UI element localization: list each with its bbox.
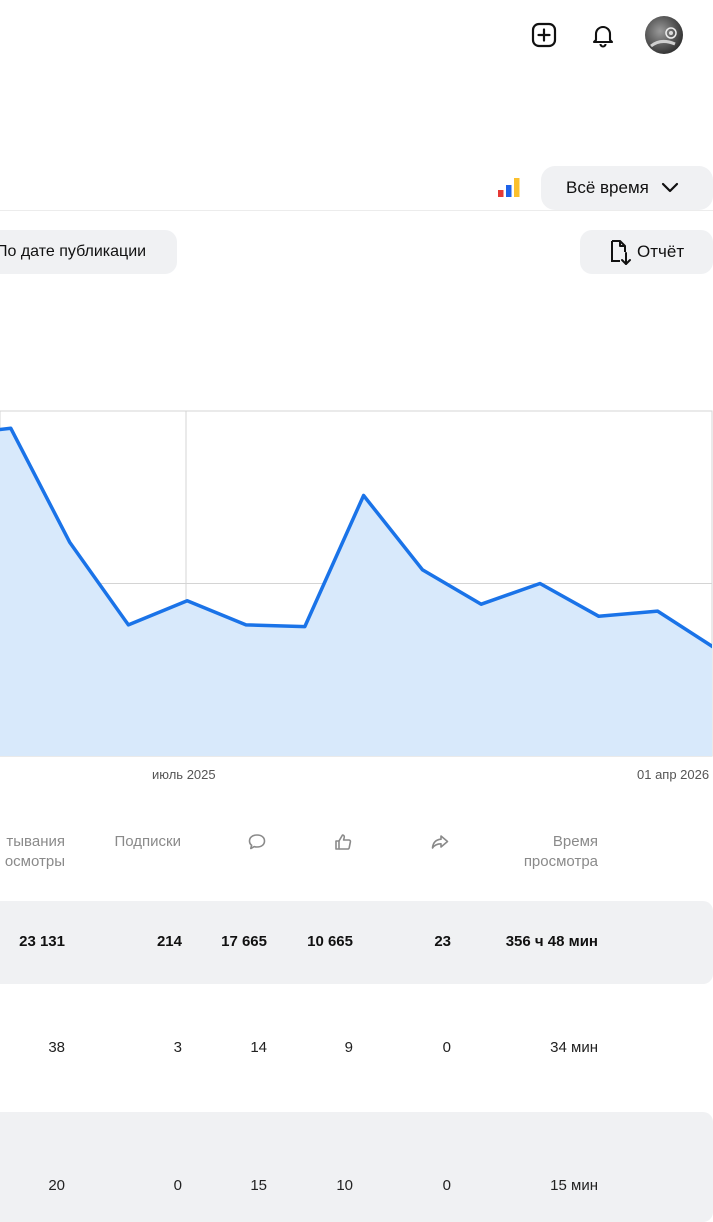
share-icon[interactable]: [430, 832, 450, 852]
section-divider: [0, 210, 713, 211]
col-header-views-line1: тывания: [6, 833, 65, 850]
cell-subs: 0: [173, 1177, 182, 1194]
cell-subs: 214: [156, 933, 182, 950]
avatar[interactable]: [645, 16, 683, 54]
avatar-image-icon: [650, 27, 677, 48]
cell-comments: 15: [250, 1177, 267, 1194]
period-label: Всё время: [566, 178, 649, 197]
report-label: Отчёт: [637, 242, 685, 261]
thumbs-up-icon[interactable]: [333, 832, 353, 852]
col-header-watch-time[interactable]: Время просмотра: [524, 832, 598, 872]
bell-icon: [592, 25, 614, 48]
cell-comments: 17 665: [221, 933, 267, 950]
notifications-button[interactable]: [585, 17, 621, 53]
chevron-down-icon: [661, 182, 678, 193]
cell-subs: 3: [173, 1039, 182, 1056]
cell-watch-time: 356 ч 48 мин: [505, 933, 598, 950]
cell-views: 38: [48, 1039, 65, 1056]
period-dropdown[interactable]: Всё время: [541, 166, 713, 210]
cell-likes: 10 665: [307, 933, 353, 950]
cell-comments: 14: [250, 1039, 267, 1056]
report-button[interactable]: Отчёт: [580, 230, 713, 274]
sort-label: По дате публикации: [0, 243, 147, 260]
col-header-subs[interactable]: Подписки: [115, 832, 182, 852]
comment-icon[interactable]: [247, 832, 267, 852]
col-header-watch-time-line2: просмотра: [523, 853, 598, 870]
cell-shares: 23: [434, 933, 451, 950]
table-row[interactable]: [0, 1000, 713, 1096]
sort-button[interactable]: По дате публикации: [0, 230, 177, 274]
col-header-watch-time-line1: Время: [552, 833, 598, 850]
col-header-views-line2: осмотры: [4, 853, 65, 870]
create-button[interactable]: [526, 17, 562, 53]
plus-square-icon: [531, 22, 557, 48]
cell-views: 20: [48, 1177, 65, 1194]
metrica-icon: [498, 178, 520, 197]
cell-shares: 0: [442, 1039, 451, 1056]
cell-likes: 9: [344, 1039, 353, 1056]
cell-watch-time: 15 мин: [550, 1177, 598, 1194]
x-tick-label-1: 01 апр 2026: [637, 767, 710, 782]
x-tick-label-0: июль 2025: [152, 767, 216, 782]
report-download-icon: [611, 240, 631, 265]
cell-views: 23 131: [19, 933, 65, 950]
col-header-views[interactable]: тывания осмотры: [5, 832, 65, 872]
table-row[interactable]: [0, 1112, 713, 1222]
views-chart: [0, 410, 713, 757]
cell-shares: 0: [442, 1177, 451, 1194]
table-row-total: [0, 901, 713, 984]
cell-likes: 10: [336, 1177, 353, 1194]
cell-watch-time: 34 мин: [550, 1039, 598, 1056]
